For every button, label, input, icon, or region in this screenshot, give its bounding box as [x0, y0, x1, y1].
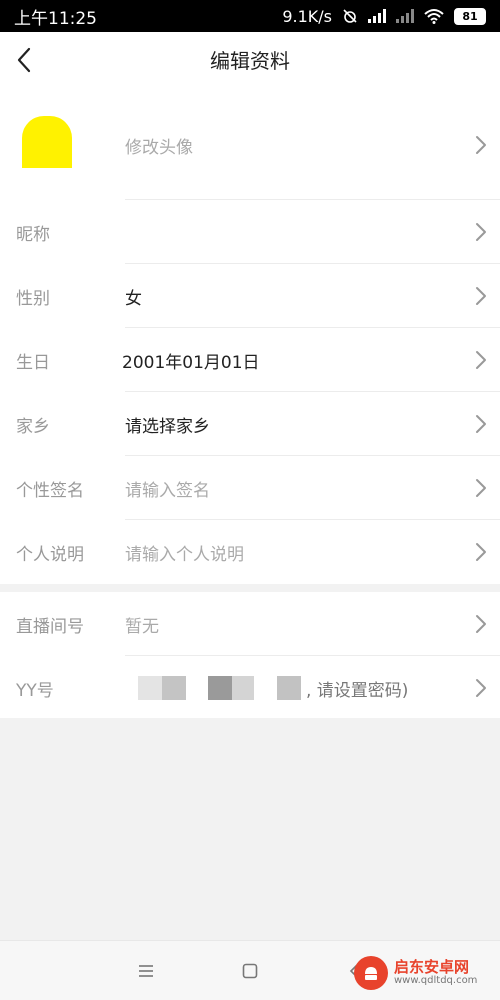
back-arrow-icon [17, 47, 31, 73]
chevron-right-icon [476, 615, 486, 633]
room-number-value: 暂无 [125, 616, 159, 637]
wifi-icon [424, 9, 444, 24]
nickname-row[interactable]: 昵称 [0, 200, 500, 264]
chevron-right-icon [476, 136, 486, 154]
battery-icon: 81 [454, 7, 486, 25]
yy-number-value: , 请设置密码) [306, 680, 409, 701]
signature-value: 请输入签名 [125, 480, 210, 501]
redacted-block [277, 676, 301, 700]
nickname-label: 昵称 [16, 224, 50, 245]
chevron-right-icon [476, 543, 486, 561]
bio-value: 请输入个人说明 [125, 544, 244, 565]
signal-icon [368, 9, 386, 23]
home-icon [242, 963, 258, 979]
avatar-row[interactable]: 修改头像 [0, 90, 500, 200]
battery-level: 81 [462, 9, 478, 23]
status-bar: 上午11:25 9.1K/s 81 [0, 0, 500, 32]
watermark-name: 启东安卓网 [394, 957, 470, 976]
signature-label: 个性签名 [16, 480, 84, 501]
chevron-right-icon [476, 415, 486, 433]
chevron-right-icon [476, 351, 486, 369]
watermark-url: www.qdltdq.com [394, 974, 478, 986]
bio-label: 个人说明 [16, 544, 84, 565]
redacted-block [138, 676, 162, 700]
alarm-off-icon [343, 9, 357, 23]
hometown-value: 请选择家乡 [125, 416, 210, 437]
menu-icon [139, 965, 153, 977]
yy-number-label: YY号 [16, 680, 54, 701]
status-icons: 9.1K/s 81 [282, 7, 486, 26]
room-number-label: 直播间号 [16, 616, 84, 637]
menu-button[interactable] [126, 955, 166, 987]
avatar [22, 116, 72, 168]
watermark-text: 启东安卓网 www.qdltdq.com [394, 957, 478, 986]
room-number-row[interactable]: 直播间号 暂无 [0, 592, 500, 656]
watermark: 启东安卓网 www.qdltdq.com [354, 952, 494, 994]
signature-row[interactable]: 个性签名 请输入签名 [0, 456, 500, 520]
gender-label: 性别 [16, 288, 50, 309]
change-avatar-label: 修改头像 [125, 137, 193, 158]
birthday-value: 2001年01月01日 [122, 352, 260, 373]
page-title: 编辑资料 [210, 49, 290, 73]
android-icon [365, 967, 377, 980]
bio-row[interactable]: 个人说明 请输入个人说明 [0, 520, 500, 584]
profile-card: 修改头像 昵称 性别 女 生日 2001年01月01日 家乡 请选择家乡 个性签… [0, 90, 500, 584]
chevron-right-icon [476, 223, 486, 241]
status-time: 上午11:25 [14, 8, 97, 29]
hometown-label: 家乡 [16, 416, 50, 437]
home-button[interactable] [230, 955, 270, 987]
yy-number-row[interactable]: YY号 , 请设置密码) [0, 656, 500, 720]
chevron-right-icon [476, 287, 486, 305]
birthday-label: 生日 [16, 352, 50, 373]
birthday-row[interactable]: 生日 2001年01月01日 [0, 328, 500, 392]
gender-value: 女 [125, 288, 142, 309]
header: 编辑资料 [0, 32, 500, 90]
hometown-row[interactable]: 家乡 请选择家乡 [0, 392, 500, 456]
account-card: 直播间号 暂无 YY号 , 请设置密码) [0, 592, 500, 718]
watermark-logo-icon [354, 956, 388, 990]
chevron-right-icon [476, 679, 486, 697]
redacted-block [162, 676, 186, 700]
redacted-block [208, 676, 232, 700]
chevron-right-icon [476, 479, 486, 497]
network-speed: 9.1K/s [282, 6, 332, 26]
back-button[interactable] [6, 42, 42, 78]
signal-secondary-icon [396, 9, 414, 23]
gender-row[interactable]: 性别 女 [0, 264, 500, 328]
redacted-block [232, 676, 254, 700]
